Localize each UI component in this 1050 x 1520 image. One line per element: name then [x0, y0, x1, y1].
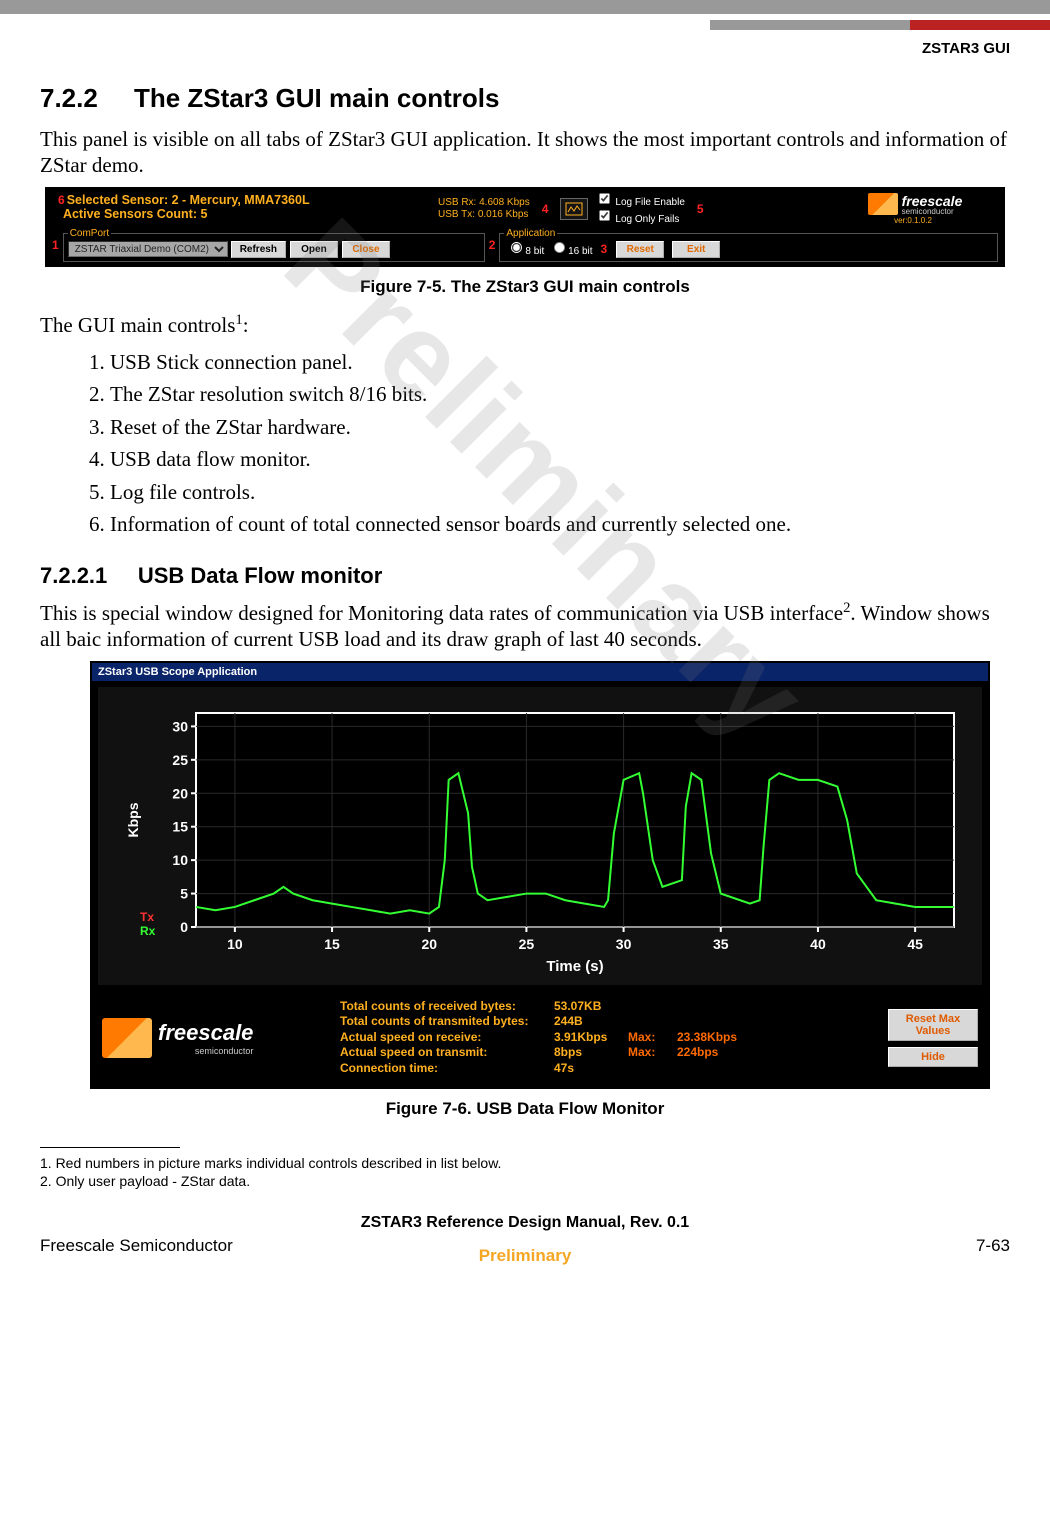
brand-subtext: semiconductor [158, 1046, 253, 1056]
subsection-title: USB Data Flow monitor [138, 563, 382, 588]
svg-text:15: 15 [172, 818, 188, 834]
figure-7-6: ZStar3 USB Scope Application 0 5 10 15 20 25 3… [90, 661, 990, 1089]
usb-monitor-icon[interactable] [560, 198, 588, 220]
section-heading: 7.2.2 The ZStar3 GUI main controls [40, 83, 1010, 114]
comport-panel: ComPort ZSTAR Triaxial Demo (COM2) Refre… [63, 228, 485, 262]
footer-right: 7-63 [976, 1236, 1010, 1256]
svg-text:10: 10 [227, 936, 243, 952]
usb-rx-stat: USB Rx: 4.608 Kbps [438, 197, 530, 208]
comport-legend: ComPort [68, 228, 111, 239]
footer-preliminary: Preliminary [479, 1246, 572, 1266]
usb-tx-stat: USB Tx: 0.016 Kbps [438, 209, 528, 220]
footnote-ref-1: 1 [235, 312, 242, 328]
figure-7-5: 6Selected Sensor: 2 - Mercury, MMA7360L … [45, 187, 1005, 267]
svg-text:15: 15 [324, 936, 340, 952]
svg-text:30: 30 [172, 718, 188, 734]
version-text: ver:0.1.0.2 [894, 216, 936, 225]
scope-chart: 0 5 10 15 20 25 30 10 15 20 25 30 35 40 45 Kbps Time (s)… [118, 701, 968, 981]
stats-grid: Total counts of received bytes:53.07KB T… [340, 999, 743, 1077]
brand-text: freescale [158, 1020, 253, 1046]
scope-titlebar: ZStar3 USB Scope Application [92, 663, 988, 681]
svg-text:Time (s): Time (s) [546, 958, 603, 975]
footnote-1: 1. Red numbers in picture marks individu… [40, 1154, 1010, 1172]
figure-7-5-caption: Figure 7-5. The ZStar3 GUI main controls [40, 277, 1010, 297]
footnote-2: 2. Only user payload - ZStar data. [40, 1172, 1010, 1190]
selected-sensor: Selected Sensor: 2 - Mercury, MMA7360L [67, 193, 310, 207]
freescale-mark-icon [868, 193, 898, 215]
annot-3: 3 [599, 242, 610, 256]
svg-text:35: 35 [713, 936, 729, 952]
section-num: 7.2.2 [40, 83, 98, 113]
section-title: The ZStar3 GUI main controls [134, 83, 500, 113]
svg-text:30: 30 [616, 936, 632, 952]
bit16-radio[interactable]: 16 bit [547, 246, 592, 257]
log-file-enable-check[interactable]: Log File Enable [598, 197, 685, 208]
annot-1: 1 [50, 238, 61, 252]
refresh-button[interactable]: Refresh [231, 241, 286, 258]
figure-7-6-caption: Figure 7-6. USB Data Flow Monitor [40, 1099, 1010, 1119]
active-sensor-count: Active Sensors Count: 5 [63, 207, 207, 221]
footer-manual: ZSTAR3 Reference Design Manual, Rev. 0.1 [0, 1214, 1050, 1232]
doc-tag: ZSTAR3 GUI [0, 30, 1050, 61]
accent-bar [0, 20, 1050, 30]
list-item: The ZStar resolution switch 8/16 bits. [110, 378, 1010, 411]
freescale-logo: freescale semiconductor [102, 1018, 322, 1058]
svg-text:Rx: Rx [140, 924, 156, 938]
subsection-text: This is special window designed for Moni… [40, 599, 1010, 653]
hide-button[interactable]: Hide [888, 1047, 978, 1067]
controls-lead-para: The GUI main controls1: [40, 311, 1010, 338]
freescale-mark-icon [102, 1018, 152, 1058]
svg-text:25: 25 [519, 936, 535, 952]
list-item: Reset of the ZStar hardware. [110, 411, 1010, 444]
svg-text:20: 20 [421, 936, 437, 952]
application-panel: Application 8 bit 16 bit 3 Reset Exit [499, 228, 998, 262]
annot-4: 4 [540, 202, 551, 216]
list-item: Log file controls. [110, 476, 1010, 509]
freescale-logo: freescale semiconductor ver:0.1.0.2 [830, 192, 1000, 226]
svg-text:25: 25 [172, 751, 188, 767]
exit-button[interactable]: Exit [672, 241, 720, 258]
reset-button[interactable]: Reset [616, 241, 664, 258]
application-legend: Application [504, 228, 557, 239]
svg-text:20: 20 [172, 785, 188, 801]
subsection-heading: 7.2.2.1 USB Data Flow monitor [40, 563, 1010, 589]
reset-max-button[interactable]: Reset Max Values [888, 1009, 978, 1041]
annot-2: 2 [487, 238, 498, 252]
controls-list: USB Stick connection panel. The ZStar re… [110, 346, 1010, 541]
controls-lead: The GUI main controls [40, 313, 235, 337]
bit8-radio[interactable]: 8 bit [504, 246, 544, 257]
svg-text:10: 10 [172, 852, 188, 868]
footer-left: Freescale Semiconductor [40, 1236, 233, 1256]
annot-5: 5 [695, 202, 706, 216]
svg-text:Tx: Tx [140, 910, 154, 924]
footnote-rule [40, 1147, 180, 1148]
section-intro: This panel is visible on all tabs of ZSt… [40, 126, 1010, 179]
comport-select[interactable]: ZSTAR Triaxial Demo (COM2) [68, 241, 228, 257]
list-item: Information of count of total connected … [110, 508, 1010, 541]
svg-text:5: 5 [180, 885, 188, 901]
open-button[interactable]: Open [290, 241, 338, 258]
log-only-fails-check[interactable]: Log Only Fails [598, 214, 679, 225]
annot-6: 6 [56, 193, 67, 207]
svg-text:Kbps: Kbps [125, 802, 141, 837]
svg-text:45: 45 [907, 936, 923, 952]
list-item: USB Stick connection panel. [110, 346, 1010, 379]
subsection-num: 7.2.2.1 [40, 563, 107, 588]
close-button[interactable]: Close [342, 241, 390, 258]
list-item: USB data flow monitor. [110, 443, 1010, 476]
top-grey-bar [0, 0, 1050, 14]
svg-text:0: 0 [180, 919, 188, 935]
svg-text:40: 40 [810, 936, 826, 952]
brand-subtext: semiconductor [902, 207, 963, 216]
